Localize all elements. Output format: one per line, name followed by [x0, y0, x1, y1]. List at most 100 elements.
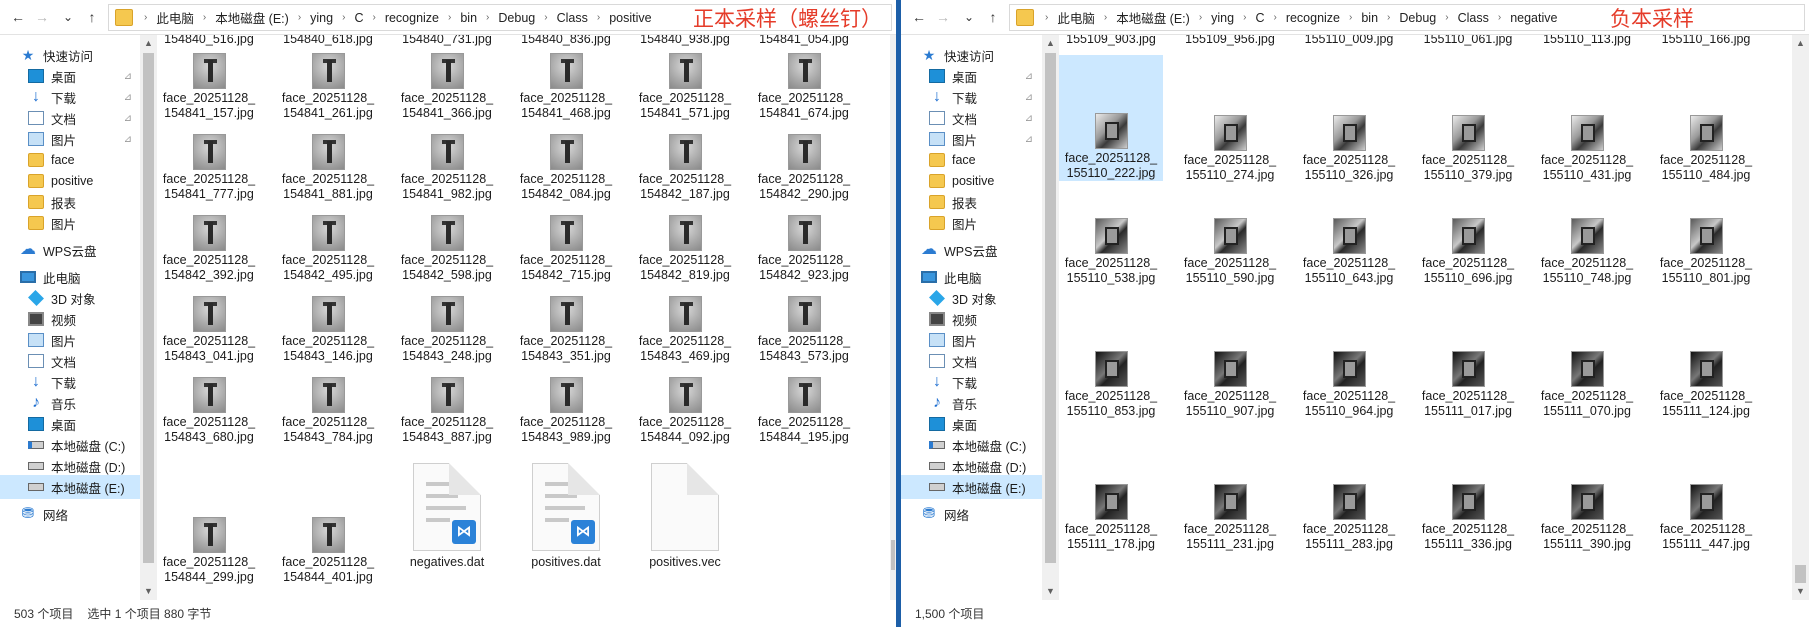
breadcrumb-item[interactable]: recognize [1282, 11, 1344, 25]
file-item[interactable]: face_20251128_ 154841_468.jpg [514, 53, 618, 121]
file-item[interactable]: face_20251128_ 155110_801.jpg [1654, 218, 1758, 286]
file-item[interactable]: face_20251128_ 154842_923.jpg [752, 215, 856, 283]
chevron-right-icon[interactable]: › [139, 12, 152, 23]
file-item[interactable]: 154841_054.jpg [752, 35, 856, 47]
file-item[interactable]: face_20251128_ 155111_283.jpg [1297, 484, 1401, 552]
file-item[interactable]: face_20251128_ 155111_336.jpg [1416, 484, 1520, 552]
scroll-down-icon[interactable]: ▼ [1792, 583, 1809, 600]
chevron-right-icon[interactable]: › [1040, 12, 1053, 23]
file-item[interactable]: face_20251128_ 154844_092.jpg [633, 377, 737, 445]
chevron-right-icon[interactable]: › [1493, 12, 1506, 23]
file-item[interactable]: 154840_618.jpg [276, 35, 380, 47]
pin-icon[interactable]: ⊿ [124, 92, 132, 103]
file-item[interactable]: face_20251128_ 155110_590.jpg [1178, 218, 1282, 286]
pin-icon[interactable]: ⊿ [124, 113, 132, 124]
file-item[interactable]: face_20251128_ 155110_379.jpg [1416, 115, 1520, 183]
pin-icon[interactable]: ⊿ [124, 134, 132, 145]
file-item[interactable]: face_20251128_ 154843_248.jpg [395, 296, 499, 364]
chevron-right-icon[interactable]: › [1382, 12, 1395, 23]
file-item[interactable]: face_20251128_ 155110_907.jpg [1178, 351, 1282, 419]
file-item[interactable]: face_20251128_ 154843_573.jpg [752, 296, 856, 364]
file-item[interactable]: face_20251128_ 154842_819.jpg [633, 215, 737, 283]
file-item[interactable]: face_20251128_ 154841_261.jpg [276, 53, 380, 121]
file-item[interactable]: 154840_731.jpg [395, 35, 499, 47]
file-item[interactable]: face_20251128_ 154842_715.jpg [514, 215, 618, 283]
file-item[interactable]: face_20251128_ 155111_447.jpg [1654, 484, 1758, 552]
file-item[interactable]: face_20251128_ 154841_674.jpg [752, 53, 856, 121]
file-item[interactable]: face_20251128_ 155110_222.jpg [1059, 55, 1163, 181]
sidebar-item[interactable]: 图片 [0, 211, 141, 235]
file-item[interactable]: face_20251128_ 155111_070.jpg [1535, 351, 1639, 419]
up-icon[interactable]: ↑ [80, 5, 104, 29]
sidebar-item[interactable]: ☁ WPS云盘 [901, 238, 1042, 262]
file-item[interactable]: face_20251128_ 154842_187.jpg [633, 134, 737, 202]
breadcrumb-item[interactable]: bin [456, 11, 481, 25]
file-item[interactable]: face_20251128_ 154843_784.jpg [276, 377, 380, 445]
file-item[interactable]: 155110_009.jpg [1297, 35, 1401, 47]
navigation-scrollbar[interactable]: ▲ ▼ [140, 35, 157, 600]
scroll-up-icon[interactable]: ▲ [1042, 35, 1059, 52]
file-item[interactable]: face_20251128_ 155110_431.jpg [1535, 115, 1639, 183]
chevron-right-icon[interactable]: › [1238, 12, 1251, 23]
breadcrumb-item[interactable]: C [1251, 11, 1268, 25]
file-item[interactable]: face_20251128_ 154841_366.jpg [395, 53, 499, 121]
file-item[interactable]: face_20251128_ 154843_146.jpg [276, 296, 380, 364]
file-item[interactable]: face_20251128_ 155110_274.jpg [1178, 115, 1282, 183]
file-item[interactable]: 155109_956.jpg [1178, 35, 1282, 47]
scroll-thumb[interactable] [1045, 53, 1056, 563]
sidebar-item[interactable]: 图片 [901, 211, 1042, 235]
file-item[interactable]: face_20251128_ 154842_495.jpg [276, 215, 380, 283]
chevron-right-icon[interactable]: › [337, 12, 350, 23]
file-item[interactable]: face_20251128_ 154844_401.jpg [276, 517, 380, 585]
file-item[interactable]: face_20251128_ 155110_326.jpg [1297, 115, 1401, 183]
file-item[interactable]: face_20251128_ 154844_299.jpg [157, 517, 261, 585]
chevron-right-icon[interactable]: › [367, 12, 380, 23]
sidebar-item[interactable]: ⛃ 网络 [901, 502, 1042, 526]
file-item[interactable]: face_20251128_ 155111_231.jpg [1178, 484, 1282, 552]
pin-icon[interactable]: ⊿ [1025, 113, 1033, 124]
file-item[interactable]: face_20251128_ 155110_964.jpg [1297, 351, 1401, 419]
breadcrumb-item[interactable]: ying [1207, 11, 1238, 25]
file-item[interactable]: face_20251128_ 154843_680.jpg [157, 377, 261, 445]
scroll-down-icon[interactable]: ▼ [140, 583, 157, 600]
file-item[interactable]: face_20251128_ 154842_290.jpg [752, 134, 856, 202]
pin-icon[interactable]: ⊿ [1025, 92, 1033, 103]
chevron-right-icon[interactable]: › [1268, 12, 1281, 23]
recent-locations-icon[interactable]: ⌄ [957, 5, 981, 29]
forward-icon[interactable]: → [30, 5, 54, 29]
file-item[interactable]: 154840_516.jpg [157, 35, 261, 47]
back-icon[interactable]: ← [6, 5, 30, 29]
file-item[interactable]: face_20251128_ 155110_696.jpg [1416, 218, 1520, 286]
file-item[interactable]: face_20251128_ 154843_887.jpg [395, 377, 499, 445]
scroll-up-icon[interactable]: ▲ [1792, 35, 1809, 52]
chevron-right-icon[interactable]: › [1440, 12, 1453, 23]
navigation-scrollbar[interactable]: ▲ ▼ [1042, 35, 1059, 600]
scroll-thumb[interactable] [1795, 565, 1806, 583]
breadcrumb-item[interactable]: 本地磁盘 (E:) [211, 8, 293, 27]
chevron-right-icon[interactable]: › [293, 12, 306, 23]
file-item[interactable]: face_20251128_ 155111_124.jpg [1654, 351, 1758, 419]
chevron-right-icon[interactable]: › [198, 12, 211, 23]
file-item[interactable]: 155110_061.jpg [1416, 35, 1520, 47]
file-item[interactable]: face_20251128_ 154841_777.jpg [157, 134, 261, 202]
breadcrumb-item[interactable]: Class [1454, 11, 1493, 25]
file-list-scrollbar[interactable]: ▲ ▼ [1792, 35, 1809, 600]
file-item[interactable]: face_20251128_ 154841_571.jpg [633, 53, 737, 121]
pin-icon[interactable]: ⊿ [1025, 134, 1033, 145]
breadcrumb-item[interactable]: Debug [1395, 11, 1440, 25]
file-item[interactable]: 155110_166.jpg [1654, 35, 1758, 47]
breadcrumb-item[interactable]: Debug [494, 11, 539, 25]
scroll-down-icon[interactable]: ▼ [1042, 583, 1059, 600]
sidebar-item[interactable]: 本地磁盘 (E:) [0, 475, 141, 499]
breadcrumb-item[interactable]: C [350, 11, 367, 25]
file-item[interactable]: positives.vec [629, 463, 741, 570]
file-item[interactable]: face_20251128_ 155110_853.jpg [1059, 351, 1163, 419]
file-item[interactable]: face_20251128_ 155111_390.jpg [1535, 484, 1639, 552]
file-item[interactable]: face_20251128_ 154842_084.jpg [514, 134, 618, 202]
chevron-right-icon[interactable]: › [592, 12, 605, 23]
file-item[interactable]: face_20251128_ 155111_178.jpg [1059, 484, 1163, 552]
file-item[interactable]: face_20251128_ 154841_157.jpg [157, 53, 261, 121]
file-item[interactable]: 155109_903.jpg [1059, 35, 1163, 47]
file-item[interactable]: face_20251128_ 154842_598.jpg [395, 215, 499, 283]
file-item[interactable]: face_20251128_ 154843_041.jpg [157, 296, 261, 364]
